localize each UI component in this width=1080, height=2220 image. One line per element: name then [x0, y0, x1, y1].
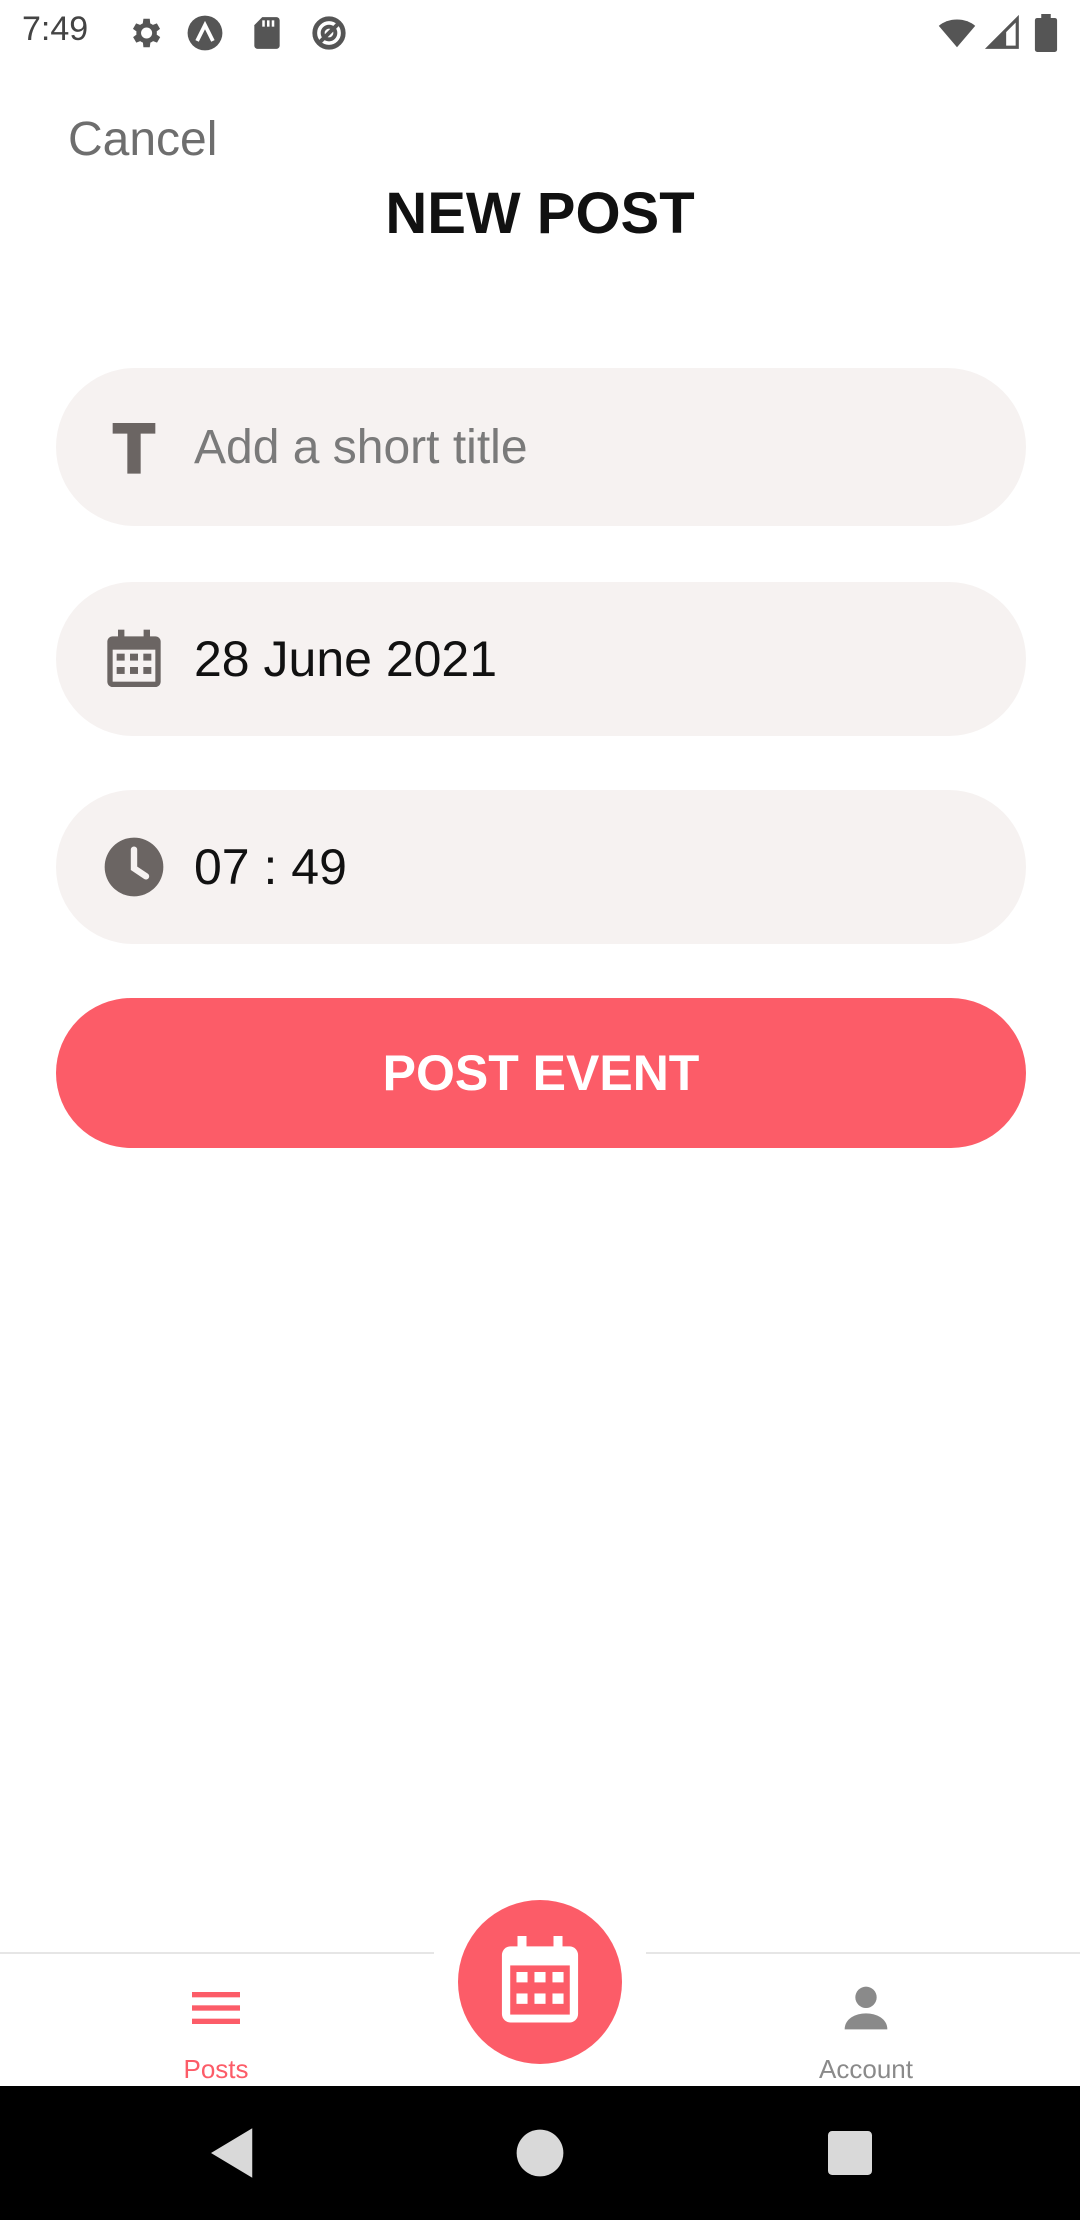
- system-navigation-bar: [0, 2086, 1080, 2220]
- time-value: 07 : 49: [194, 839, 347, 895]
- data-saver-icon: [310, 14, 348, 52]
- person-icon: [834, 1976, 898, 2040]
- page-title: NEW POST: [385, 181, 695, 246]
- recents-icon[interactable]: [817, 2120, 883, 2186]
- date-field[interactable]: 28 June 2021: [56, 582, 1026, 736]
- tab-posts[interactable]: Posts: [86, 1952, 346, 2086]
- calendar-icon: [498, 1936, 582, 2026]
- wifi-icon: [936, 14, 978, 52]
- cancel-button[interactable]: Cancel: [68, 112, 217, 167]
- title-field[interactable]: [56, 368, 1026, 526]
- clock-icon: [102, 835, 166, 899]
- app-notification-icon: [186, 14, 224, 52]
- title-input[interactable]: [194, 368, 994, 526]
- calendar-icon: [102, 627, 166, 691]
- status-bar: 7:49: [0, 0, 1080, 66]
- menu-icon: [184, 1976, 248, 2040]
- calendar-fab-button[interactable]: [458, 1900, 622, 2064]
- time-field[interactable]: 07 : 49: [56, 790, 1026, 944]
- cell-signal-icon: [984, 14, 1022, 52]
- status-time: 7:49: [22, 10, 89, 48]
- new-post-screen: 7:49 Cancel NEW POST Add a short title 2…: [0, 0, 1080, 2220]
- text-format-icon: [102, 415, 166, 479]
- settings-icon: [126, 14, 164, 52]
- tab-account-label: Account: [819, 2054, 913, 2084]
- tab-account[interactable]: Account: [736, 1952, 996, 2086]
- date-value: 28 June 2021: [194, 631, 498, 687]
- tab-posts-label: Posts: [183, 2054, 249, 2084]
- sd-card-icon: [248, 14, 286, 52]
- home-icon[interactable]: [507, 2120, 573, 2186]
- back-icon[interactable]: [200, 2120, 266, 2186]
- post-event-button[interactable]: POST EVENT: [56, 998, 1026, 1148]
- battery-icon: [1032, 14, 1060, 52]
